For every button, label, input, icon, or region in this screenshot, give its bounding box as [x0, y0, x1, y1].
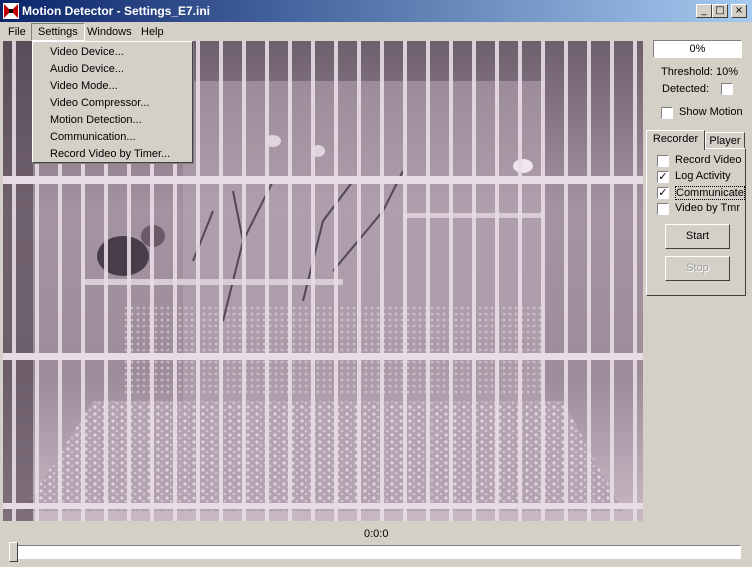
- menu-settings[interactable]: Settings: [31, 23, 85, 41]
- tab-recorder[interactable]: Recorder: [646, 130, 705, 150]
- close-button[interactable]: ×: [731, 4, 747, 18]
- menu-communication[interactable]: Communication...: [50, 129, 136, 145]
- record-video-label: Record Video: [675, 154, 742, 166]
- window-title: Motion Detector - Settings_E7.ini: [22, 4, 211, 18]
- settings-menu-dropdown: Video Device... Audio Device... Video Mo…: [32, 41, 193, 163]
- show-motion-checkbox[interactable]: [661, 107, 673, 119]
- stop-button[interactable]: Stop: [665, 256, 730, 281]
- minimize-icon: _: [701, 5, 707, 16]
- menu-video-mode[interactable]: Video Mode...: [50, 78, 118, 94]
- log-activity-label: Log Activity: [675, 170, 731, 182]
- video-by-timer-checkbox[interactable]: [657, 203, 669, 215]
- menu-motion-detection[interactable]: Motion Detection...: [50, 112, 142, 128]
- communicate-checkbox[interactable]: ✓: [657, 187, 669, 199]
- maximize-button[interactable]: □: [712, 4, 728, 18]
- detected-indicator: [721, 83, 733, 95]
- title-bar[interactable]: Motion Detector - Settings_E7.ini _ □ ×: [0, 0, 752, 22]
- menu-video-compressor[interactable]: Video Compressor...: [50, 95, 149, 111]
- menu-help[interactable]: Help: [135, 24, 170, 40]
- record-video-checkbox[interactable]: [657, 155, 669, 167]
- close-icon: ×: [734, 5, 744, 16]
- video-by-timer-label: Video by Tmr: [675, 202, 741, 214]
- menu-video-device[interactable]: Video Device...: [50, 44, 124, 60]
- maximize-icon: □: [715, 5, 725, 16]
- timeline-slider-thumb[interactable]: [9, 542, 18, 562]
- threshold-label: Threshold: 10%: [661, 66, 739, 78]
- log-activity-checkbox[interactable]: ✓: [657, 171, 669, 183]
- menu-record-video-by-timer[interactable]: Record Video by Timer...: [50, 146, 170, 162]
- start-button[interactable]: Start: [665, 224, 730, 249]
- app-icon[interactable]: [3, 3, 19, 19]
- motion-level-display: 0%: [653, 40, 742, 58]
- check-icon: ✓: [658, 186, 668, 199]
- menu-windows[interactable]: Windows: [81, 24, 138, 40]
- time-display: 0:0:0: [364, 528, 389, 540]
- check-icon: ✓: [658, 170, 668, 183]
- menu-audio-device[interactable]: Audio Device...: [50, 61, 124, 77]
- tab-player[interactable]: Player: [705, 132, 745, 149]
- detected-label: Detected:: [662, 83, 710, 95]
- menu-bar: File Settings Windows Help: [0, 22, 752, 41]
- show-motion-label: Show Motion: [679, 106, 743, 118]
- timeline-slider-track[interactable]: [10, 545, 741, 559]
- communicate-label: Communicate: [675, 186, 745, 200]
- minimize-button[interactable]: _: [696, 4, 712, 18]
- menu-file[interactable]: File: [2, 24, 32, 40]
